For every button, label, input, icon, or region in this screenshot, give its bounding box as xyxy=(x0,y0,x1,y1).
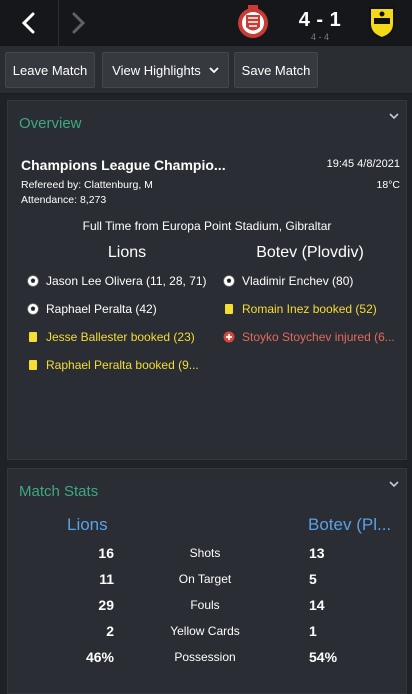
stat-home-value: 16 xyxy=(98,545,114,561)
save-match-button[interactable]: Save Match xyxy=(234,52,318,88)
chevron-right-icon xyxy=(72,12,86,34)
stat-row-yellow-cards: 2 Yellow Cards 1 xyxy=(8,623,406,641)
stat-row-fouls: 29 Fouls 14 xyxy=(8,597,406,615)
leave-match-button[interactable]: Leave Match xyxy=(5,52,95,88)
home-event-goal[interactable]: Jason Lee Olivera (11, 28, 71) xyxy=(26,273,206,289)
away-event-goal[interactable]: Vladimir Enchev (80) xyxy=(222,273,406,289)
home-event-booking[interactable]: Jesse Ballester booked (23) xyxy=(26,329,206,345)
home-event-booking[interactable]: Raphael Peralta booked (9... xyxy=(26,357,206,373)
stat-away-value: 13 xyxy=(309,545,325,561)
top-bar: 4 - 1 4 - 4 xyxy=(0,0,412,46)
chevron-down-icon xyxy=(209,66,219,73)
match-stats-panel: Match Stats Lions Botev (Pl... 16 Shots … xyxy=(7,468,407,694)
competition-name: Champions League Champio... xyxy=(21,157,226,173)
football-icon xyxy=(222,274,236,288)
stat-row-possession: 46% Possession 54% xyxy=(8,649,406,667)
home-event-goal[interactable]: Raphael Peralta (42) xyxy=(26,301,206,317)
match-score: 4 - 1 xyxy=(298,9,342,31)
stats-home-team: Lions xyxy=(67,515,108,534)
back-button[interactable] xyxy=(5,0,53,46)
stat-label: Shots xyxy=(189,546,221,560)
stat-label: On Target xyxy=(178,572,232,586)
stat-away-value: 14 xyxy=(309,597,325,613)
yellow-card-icon xyxy=(26,358,40,372)
football-icon xyxy=(26,302,40,316)
event-text: Jason Lee Olivera (11, 28, 71) xyxy=(46,274,206,288)
event-text: Raphael Peralta (42) xyxy=(46,302,157,316)
overview-panel: Overview Champions League Champio... 19:… xyxy=(7,100,407,460)
stat-home-value: 46% xyxy=(85,649,114,665)
away-team-name: Botev (Plovdiv) xyxy=(256,244,364,261)
away-team-crest[interactable] xyxy=(367,6,397,40)
match-datetime: 19:45 4/8/2021 xyxy=(326,158,400,170)
event-text: Stoyko Stoychev injured (6... xyxy=(242,330,395,344)
event-text: Raphael Peralta booked (9... xyxy=(46,358,199,372)
stat-home-value: 29 xyxy=(98,597,114,613)
referee: Refereed by: Clattenburg, M xyxy=(21,179,153,191)
temperature: 18°C xyxy=(376,179,400,191)
stat-row-shots: 16 Shots 13 xyxy=(8,545,406,563)
away-event-injury[interactable]: Stoyko Stoychev injured (6... xyxy=(222,329,406,345)
home-team-name: Lions xyxy=(107,244,147,261)
stat-label: Fouls xyxy=(190,598,220,612)
away-event-booking[interactable]: Romain Inez booked (52) xyxy=(222,301,406,317)
yellow-card-icon xyxy=(222,302,236,316)
stats-away-team: Botev (Pl... xyxy=(308,515,392,534)
collapse-chevron-icon[interactable] xyxy=(389,113,399,120)
forward-button[interactable] xyxy=(54,0,102,46)
aggregate-score: 4 - 4 xyxy=(310,32,329,42)
collapse-chevron-icon[interactable] xyxy=(389,481,399,488)
toolbar: Leave Match View Highlights Save Match xyxy=(0,46,412,94)
stat-row-on-target: 11 On Target 5 xyxy=(8,571,406,589)
view-highlights-dropdown[interactable]: View Highlights xyxy=(102,52,229,88)
overview-title: Overview xyxy=(19,115,82,132)
stat-away-value: 54% xyxy=(309,649,338,665)
stat-label: Yellow Cards xyxy=(170,624,240,638)
match-stats-title: Match Stats xyxy=(19,483,99,500)
injury-icon xyxy=(222,330,236,344)
football-icon xyxy=(26,274,40,288)
lions-crest-icon xyxy=(238,5,268,38)
fulltime-venue: Full Time from Europa Point Stadium, Gib… xyxy=(82,219,332,233)
attendance: Attendance: 8,273 xyxy=(21,194,107,206)
chevron-left-icon xyxy=(21,12,35,34)
stat-away-value: 1 xyxy=(309,623,317,639)
stat-away-value: 5 xyxy=(309,571,317,587)
stat-home-value: 11 xyxy=(99,571,114,587)
event-text: Vladimir Enchev (80) xyxy=(242,274,354,288)
event-text: Jesse Ballester booked (23) xyxy=(46,330,195,344)
botev-crest-icon xyxy=(369,7,395,40)
yellow-card-icon xyxy=(26,330,40,344)
stat-label: Possession xyxy=(174,650,236,664)
stat-home-value: 2 xyxy=(106,623,114,639)
event-text: Romain Inez booked (52) xyxy=(242,302,377,316)
view-highlights-label: View Highlights xyxy=(112,62,201,78)
home-team-crest[interactable] xyxy=(236,3,270,43)
